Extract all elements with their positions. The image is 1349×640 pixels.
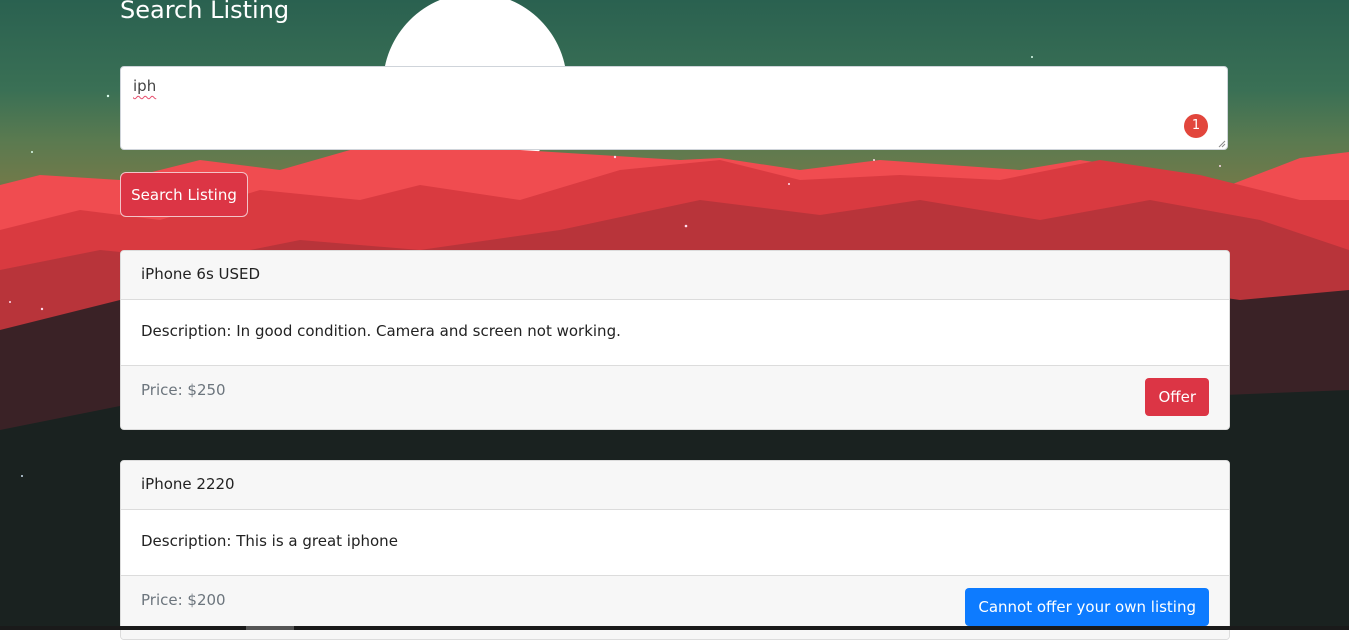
scrollbar-thumb[interactable] <box>246 626 294 630</box>
listing-description: Description: This is a great iphone <box>141 532 398 550</box>
search-listing-button[interactable]: Search Listing <box>120 172 248 217</box>
listing-title: iPhone 2220 <box>121 461 1229 510</box>
offer-button[interactable]: Offer <box>1145 378 1209 416</box>
listing-title: iPhone 6s USED <box>121 251 1229 300</box>
listing-footer: Price: $250 Offer <box>121 365 1229 429</box>
resize-grip-icon[interactable] <box>1218 140 1226 148</box>
listing-card: iPhone 2220 Description: This is a great… <box>120 460 1230 640</box>
listing-description: Description: In good condition. Camera a… <box>141 322 621 340</box>
error-count-badge[interactable]: 1 <box>1184 114 1208 138</box>
listing-card: iPhone 6s USED Description: In good cond… <box>120 250 1230 430</box>
search-input-value[interactable]: iph <box>133 77 156 95</box>
page-title: Search Listing <box>120 0 290 24</box>
horizontal-scrollbar[interactable] <box>0 626 1349 630</box>
cannot-offer-button[interactable]: Cannot offer your own listing <box>965 588 1209 626</box>
listing-price: Price: $200 <box>141 591 226 609</box>
listing-price: Price: $250 <box>141 381 226 399</box>
search-input[interactable]: iph 1 <box>120 66 1228 150</box>
